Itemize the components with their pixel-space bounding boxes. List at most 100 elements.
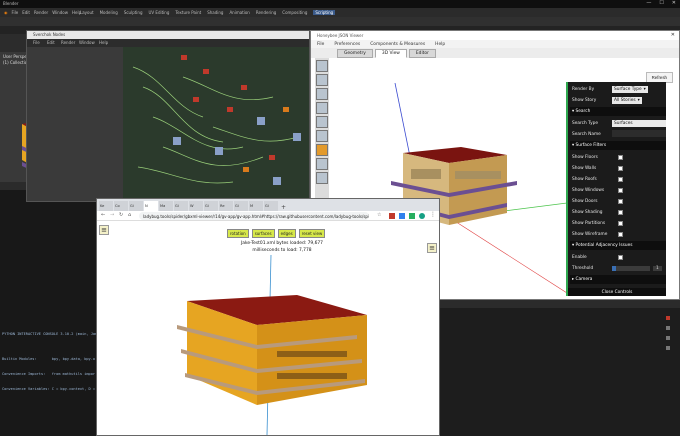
- node-menu-edit[interactable]: Edit: [47, 40, 55, 45]
- record-icon[interactable]: [666, 316, 670, 320]
- node-menu-help[interactable]: Help: [99, 40, 108, 45]
- extension-icon[interactable]: [409, 213, 415, 219]
- toolbar-roof-icon[interactable]: [316, 116, 328, 128]
- toolbar-shading-icon[interactable]: [316, 158, 328, 170]
- viewer-menu-help[interactable]: Help: [435, 42, 445, 47]
- tab-uv-editing[interactable]: UV Editing: [149, 10, 170, 15]
- extension-icon[interactable]: [389, 213, 395, 219]
- menu-render[interactable]: Render: [34, 10, 48, 15]
- tab-rendering[interactable]: Rendering: [256, 10, 276, 15]
- toolbar-render-icon[interactable]: [316, 144, 328, 156]
- tab-modeling[interactable]: Modeling: [100, 10, 118, 15]
- tab-editor[interactable]: Editor: [408, 49, 436, 58]
- tab-animation[interactable]: Animation: [229, 10, 249, 15]
- tab-shading[interactable]: Shading: [207, 10, 223, 15]
- slider-knob[interactable]: [612, 265, 616, 271]
- tab-texture-paint[interactable]: Texture Paint: [175, 10, 201, 15]
- threshold-value[interactable]: 1: [653, 265, 662, 271]
- browser-tab[interactable]: Ke: [99, 201, 113, 211]
- toolbar-wall-icon[interactable]: [316, 102, 328, 114]
- tab-layout[interactable]: Layout: [80, 10, 94, 15]
- reload-icon[interactable]: ↻: [119, 212, 123, 218]
- browser-tab[interactable]: Gi: [234, 201, 248, 211]
- camera-section[interactable]: ▸ Camera: [570, 275, 666, 284]
- filter-floors-checkbox[interactable]: [618, 154, 623, 160]
- profile-avatar[interactable]: [419, 213, 425, 219]
- browser-tab[interactable]: Gi: [129, 201, 143, 211]
- tab-3d-view[interactable]: 3D View: [374, 49, 407, 58]
- reset-view-button[interactable]: reset view: [298, 229, 326, 238]
- filter-doors-checkbox[interactable]: [618, 198, 623, 204]
- menu-edit[interactable]: Edit: [22, 10, 30, 15]
- node-window-viewport[interactable]: [27, 47, 123, 201]
- viewer-menu-components[interactable]: Components & Measures: [370, 42, 425, 47]
- more-menu-icon[interactable]: ⋮: [430, 211, 436, 218]
- filter-roofs-checkbox[interactable]: [618, 176, 623, 182]
- tool-icon[interactable]: [666, 336, 670, 340]
- browser-tab-active[interactable]: N: [144, 201, 158, 211]
- toolbar-layers-icon[interactable]: [316, 74, 328, 86]
- filter-walls-checkbox[interactable]: [618, 165, 623, 171]
- filter-windows-checkbox[interactable]: [618, 187, 623, 193]
- menu-file[interactable]: File: [12, 10, 19, 15]
- home-icon[interactable]: ⌂: [128, 212, 131, 218]
- node-menu-window[interactable]: Window: [79, 40, 95, 45]
- threshold-slider[interactable]: [612, 265, 650, 271]
- left-menu-icon[interactable]: ≡: [99, 225, 109, 235]
- enable-checkbox[interactable]: [618, 254, 623, 260]
- browser-3d-model[interactable]: [157, 255, 387, 435]
- browser-tab[interactable]: Ma: [159, 201, 173, 211]
- close-icon[interactable]: ✕: [672, 0, 676, 6]
- node-menu-file[interactable]: File: [33, 40, 40, 45]
- tab-sculpting[interactable]: Sculpting: [124, 10, 143, 15]
- adjacency-section[interactable]: ▾ Potential Adjacency Issues: [570, 241, 666, 250]
- node-canvas[interactable]: [123, 47, 309, 201]
- filter-shading-checkbox[interactable]: [618, 209, 623, 215]
- menu-window[interactable]: Window: [52, 10, 68, 15]
- close-controls-button[interactable]: Close Controls: [568, 288, 666, 296]
- node-menu-render[interactable]: Render: [61, 40, 75, 45]
- browser-tab[interactable]: W: [189, 201, 203, 211]
- browser-tab[interactable]: Gi: [174, 201, 188, 211]
- edges-button[interactable]: edges: [277, 229, 296, 238]
- star-icon[interactable]: ☆: [377, 212, 381, 218]
- search-section[interactable]: ▾ Search: [570, 107, 666, 116]
- left-console-panel[interactable]: PYTHON INTERACTIVE CONSOLE 3.10.2 (main,…: [0, 182, 97, 436]
- back-icon[interactable]: ←: [101, 212, 105, 218]
- surface-filters-section[interactable]: ▾ Surface Filters: [570, 141, 666, 150]
- maximize-icon[interactable]: ☐: [659, 0, 663, 6]
- viewer-close-icon[interactable]: ✕: [671, 32, 675, 38]
- tab-geometry[interactable]: Geometry: [337, 49, 373, 58]
- toolbar-partition-icon[interactable]: [316, 172, 328, 184]
- tool-icon[interactable]: [666, 346, 670, 350]
- right-console-panel[interactable]: [440, 300, 680, 436]
- toolbar-floor-icon[interactable]: [316, 88, 328, 100]
- toolbar-window-icon[interactable]: [316, 130, 328, 142]
- new-tab-icon[interactable]: +: [281, 204, 286, 211]
- viewer-menu-preferences[interactable]: Preferences: [334, 42, 360, 47]
- rotation-button[interactable]: rotation: [227, 229, 249, 238]
- extension-icon[interactable]: [399, 213, 405, 219]
- search-type-select[interactable]: Surfaces: [612, 119, 666, 127]
- show-story-select[interactable]: All Stories ▾: [612, 96, 642, 104]
- browser-tab[interactable]: Gi: [264, 201, 278, 211]
- search-name-input[interactable]: [612, 130, 666, 137]
- address-bar[interactable]: ladybug.tools/spider/gbxml-viewer/r14/gv…: [139, 212, 369, 220]
- filter-wireframe-checkbox[interactable]: [618, 231, 623, 237]
- forward-icon[interactable]: →: [110, 212, 114, 218]
- browser-tab[interactable]: M: [249, 201, 263, 211]
- blender-logo-icon[interactable]: ◉: [4, 10, 8, 15]
- browser-tab[interactable]: Gi: [204, 201, 218, 211]
- tab-compositing[interactable]: Compositing: [282, 10, 307, 15]
- render-by-select[interactable]: Surface Type ▾: [612, 85, 648, 93]
- browser-tab[interactable]: Co: [114, 201, 128, 211]
- tool-icon[interactable]: [666, 326, 670, 330]
- surfaces-button[interactable]: surfaces: [251, 229, 275, 238]
- minimize-icon[interactable]: —: [646, 0, 651, 6]
- filter-partitions-checkbox[interactable]: [618, 220, 623, 226]
- right-menu-icon[interactable]: ≡: [427, 243, 437, 253]
- toolbar-view-icon[interactable]: [316, 60, 328, 72]
- viewer-menu-file[interactable]: File: [317, 42, 324, 47]
- tab-scripting[interactable]: Scripting: [313, 10, 336, 15]
- browser-tab[interactable]: Re: [219, 201, 233, 211]
